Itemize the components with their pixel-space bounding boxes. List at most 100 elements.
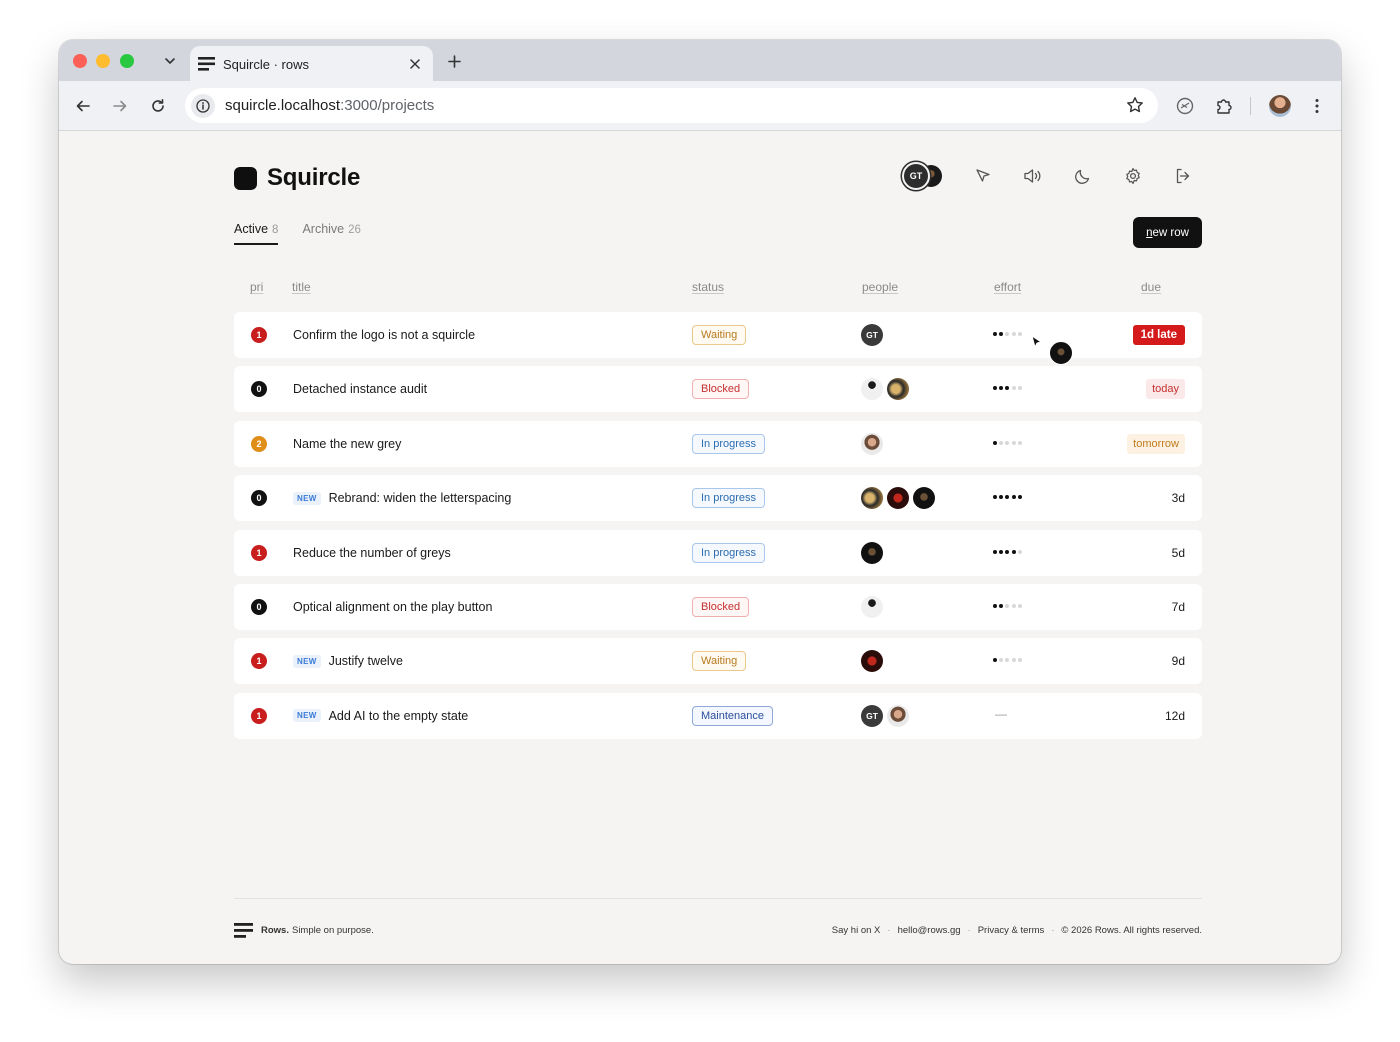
table-row[interactable]: 1 NEW Justify twelve Waiting 9d [234, 638, 1202, 685]
status-badge[interactable]: In progress [692, 542, 766, 563]
bookmark-button[interactable] [1126, 96, 1144, 119]
priority-badge[interactable]: 1 [251, 327, 267, 343]
row-title-cell: Name the new grey [293, 421, 401, 467]
effort-dot [999, 549, 1004, 554]
profile-avatar[interactable] [1269, 95, 1291, 117]
sound-button[interactable] [1022, 165, 1044, 187]
status-badge[interactable]: Maintenance [692, 705, 773, 726]
effort-empty[interactable]: — [995, 707, 1007, 721]
settings-button[interactable] [1122, 165, 1144, 187]
priority-badge[interactable]: 2 [251, 435, 267, 452]
table-row[interactable]: 1 NEW Add AI to the empty state Maintenan… [234, 692, 1202, 739]
effort-dot [999, 440, 1004, 445]
table-row[interactable]: 0 Detached instance audit Blocked today [234, 366, 1202, 413]
logout-button[interactable] [1172, 165, 1194, 187]
due-badge: 1d late [1132, 325, 1185, 345]
avatar [861, 487, 883, 510]
table-row[interactable]: 0 Optical alignment on the play button B… [234, 583, 1202, 630]
people-cell[interactable] [861, 595, 883, 618]
table-row[interactable]: 1 Reduce the number of greys In progress… [234, 529, 1202, 576]
effort-meter[interactable] [993, 332, 1022, 336]
priority-badge[interactable]: 0 [251, 381, 267, 398]
people-cell[interactable]: GT [861, 324, 883, 346]
address-bar[interactable]: squircle.localhost:3000/projects [185, 88, 1158, 123]
minimize-window-button[interactable] [96, 54, 110, 68]
avatar-gt: GT [861, 324, 883, 346]
new-tab-button[interactable] [443, 50, 465, 72]
browser-tab[interactable]: Squircle · rows [190, 46, 433, 82]
cursor-toggle-button[interactable] [972, 165, 994, 187]
gear-icon [1126, 167, 1140, 185]
collaborator-avatar [1049, 341, 1073, 365]
back-button[interactable] [70, 93, 96, 119]
tab-archive[interactable]: Archive 26 [302, 222, 360, 245]
status-badge[interactable]: In progress [692, 433, 766, 454]
table-row[interactable]: 0 NEW Rebrand: widen the letterspacing In… [234, 475, 1202, 522]
effort-meter[interactable] [993, 386, 1022, 391]
reload-button[interactable] [145, 93, 171, 119]
footer-link-privacy[interactable]: Privacy & terms [978, 925, 1045, 936]
status-badge[interactable]: Blocked [692, 596, 750, 617]
close-window-button[interactable] [73, 54, 87, 68]
people-cell[interactable] [861, 378, 909, 401]
effort-meter[interactable] [993, 495, 1022, 500]
table-row[interactable]: 2 Name the new grey In progress tomorrow [234, 420, 1202, 467]
row-title-cell: NEW Justify twelve [293, 638, 403, 684]
people-cell[interactable] [861, 432, 883, 455]
priority-badge[interactable]: 1 [251, 653, 267, 670]
back-icon [76, 100, 90, 112]
column-header-title[interactable]: title [292, 280, 311, 294]
status-badge[interactable]: Waiting [692, 651, 747, 672]
extension-button[interactable] [1172, 93, 1198, 119]
people-cell[interactable] [861, 541, 883, 564]
collaborator-cursor-icon [1031, 335, 1043, 349]
new-row-button[interactable]: n ew row [1133, 217, 1202, 248]
people-cell[interactable] [861, 650, 883, 673]
logout-icon [1176, 168, 1190, 184]
priority-badge[interactable]: 0 [251, 490, 267, 507]
extensions-menu-button[interactable] [1211, 93, 1237, 119]
effort-meter[interactable] [993, 658, 1022, 663]
column-header-effort[interactable]: effort [994, 280, 1021, 294]
status-badge[interactable]: In progress [692, 488, 766, 509]
priority-badge[interactable]: 0 [251, 598, 267, 615]
forward-button[interactable] [107, 93, 133, 119]
squircle-logo-icon [234, 166, 257, 190]
status-badge[interactable]: Waiting [692, 325, 747, 345]
effort-dot [1011, 332, 1016, 336]
column-header-due[interactable]: due [1141, 280, 1161, 294]
maximize-window-button[interactable] [120, 54, 134, 68]
effort-meter[interactable] [993, 603, 1022, 608]
url-path: :3000/projects [340, 97, 435, 114]
effort-dot [993, 386, 997, 391]
presence-avatars[interactable]: GT [902, 162, 946, 190]
avatar [861, 650, 883, 673]
footer-link-email[interactable]: hello@rows.gg [898, 925, 961, 936]
avatar [861, 432, 883, 455]
avatar [861, 378, 883, 401]
effort-dot [1005, 549, 1010, 554]
priority-badge[interactable]: 1 [251, 544, 267, 561]
footer-link-x[interactable]: Say hi on X [832, 925, 881, 936]
status-badge[interactable]: Blocked [692, 379, 750, 400]
priority-badge[interactable]: 1 [251, 707, 267, 724]
app-brand[interactable]: Squircle [234, 164, 360, 192]
site-info-button[interactable] [191, 93, 215, 118]
people-cell[interactable]: GT [861, 704, 909, 727]
browser-menu-button[interactable] [1304, 93, 1330, 119]
tab-active[interactable]: Active 8 [234, 222, 279, 245]
effort-meter[interactable] [993, 549, 1022, 554]
people-cell[interactable] [861, 487, 935, 510]
column-header-people[interactable]: people [862, 280, 898, 294]
close-tab-button[interactable] [407, 56, 423, 72]
column-header-pri[interactable]: pri [250, 280, 263, 294]
effort-dot [1017, 658, 1022, 663]
avatar [861, 541, 883, 564]
tab-search-button[interactable] [159, 50, 181, 72]
effort-dot [1005, 386, 1010, 391]
theme-toggle-button[interactable] [1072, 165, 1094, 187]
column-header-status[interactable]: status [692, 280, 724, 294]
effort-dot [1011, 386, 1016, 391]
reload-icon [152, 99, 164, 112]
effort-meter[interactable] [993, 440, 1022, 445]
